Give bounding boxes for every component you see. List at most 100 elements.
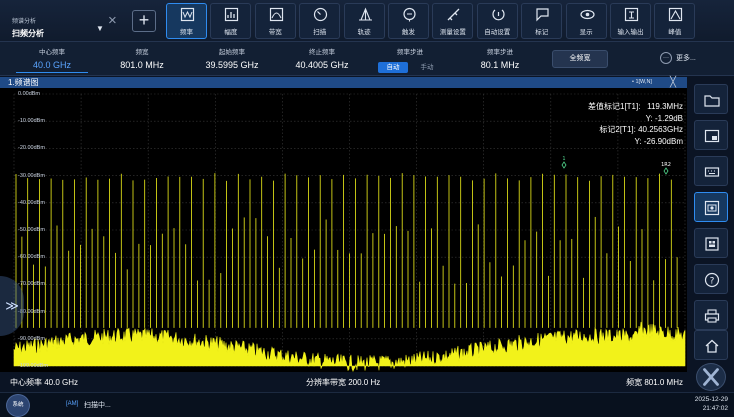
toolbar-button-input-output[interactable]: 输入输出 <box>610 3 651 39</box>
window-title: 1.频谱图 <box>8 78 39 87</box>
y-tick-label: -50.00dBm <box>18 227 45 233</box>
parameter-bar: 中心频率 40.0 GHz 频宽 801.0 MHz 起始频率 39.5995 … <box>0 42 734 76</box>
active-underline <box>16 72 88 73</box>
start-frequency-value: 39.5995 GHz <box>205 60 259 70</box>
marker2-label: 标记2[T1]: <box>599 125 636 135</box>
toolbar-button-trigger[interactable]: 触发 <box>388 3 429 39</box>
dropdown-arrow-icon[interactable]: ▼ <box>96 24 104 33</box>
input-output-icon <box>624 7 639 22</box>
delta-marker-value: 119.3MHz <box>647 102 683 111</box>
toolbar-button-marker[interactable]: 标记 <box>521 3 563 39</box>
status-icon: [AM] <box>66 401 79 407</box>
toolbar-button-label: 测量设置 <box>439 29 466 36</box>
toolbar-button-label: 幅度 <box>224 29 238 36</box>
print-button[interactable] <box>694 300 728 330</box>
marker-2-label: 1R2 <box>661 162 671 168</box>
y-tick-label: -90.00dBm <box>18 335 45 342</box>
start-frequency-param[interactable]: 起始频率 39.5995 GHz <box>182 42 282 76</box>
window-close-icon[interactable]: ╳ <box>670 77 676 88</box>
add-measurement-button[interactable]: + <box>132 10 156 32</box>
home-icon <box>705 339 719 353</box>
span-label: 频宽 <box>135 49 149 56</box>
toolbar-button-label: 峰值 <box>668 29 682 36</box>
top-toolbar: 频谱分析 扫频分析 ▼ × + 频率 幅度 带宽 扫描 轨迹 触发 测量设置 自动设置 标记 显示… <box>0 0 734 42</box>
svg-text:?: ? <box>710 277 715 287</box>
y-tick-label: -20.00dBm <box>18 145 45 152</box>
toolbar-button-label: 频率 <box>180 29 193 36</box>
peak-icon <box>669 7 683 22</box>
home-button[interactable] <box>694 330 728 360</box>
trace-indicator[interactable]: • 1[W,N] <box>632 77 652 88</box>
step-manual-toggle[interactable]: 手动 <box>412 62 442 73</box>
y-tick-label: -40.00dBm <box>18 199 45 206</box>
delta-marker-y: Y: -1.29dB <box>645 113 683 123</box>
toolbar-button-label: 输入输出 <box>617 29 644 36</box>
stop-frequency-param[interactable]: 终止频率 40.4005 GHz <box>272 42 372 76</box>
toolbar-button-bandwidth[interactable]: 带宽 <box>254 3 296 39</box>
marker-1-label: 1 <box>562 156 565 162</box>
sweep-icon <box>314 7 328 22</box>
footer-span: 频宽 801.0 MHz <box>626 378 683 387</box>
toolbar-button-trace[interactable]: 轨迹 <box>343 3 385 39</box>
y-tick-label: -10.00dBm <box>18 118 45 125</box>
center-frequency-param[interactable]: 中心频率 40.0 GHz <box>2 42 102 76</box>
toolbar-button-auto-setup[interactable]: 自动设置 <box>476 3 518 39</box>
keypad-button[interactable] <box>694 156 728 186</box>
folder-button[interactable] <box>694 84 728 114</box>
toolbar-button-display[interactable]: 显示 <box>565 3 607 39</box>
stop-frequency-value: 40.4005 GHz <box>295 60 349 70</box>
marker-readout: 差值标记1[T1]: 119.3MHz Y: -1.29dB 标记2[T1]: … <box>588 101 683 147</box>
keypad-icon <box>704 167 720 177</box>
trigger-icon <box>403 7 416 22</box>
toolbar-button-label: 触发 <box>402 29 415 36</box>
marker-1-symbol <box>561 161 567 169</box>
spectrum-plot[interactable]: 1 1R2 0.00dBm -10.00dBm -20.00dBm -30.00dBm -… <box>0 88 687 372</box>
toolbar-button-amplitude[interactable]: 幅度 <box>210 3 252 39</box>
span-value: 801.0 MHz <box>120 60 164 70</box>
y-tick-label: -60.00dBm <box>18 254 45 261</box>
marker-icon <box>536 8 549 22</box>
center-frequency-value: 40.0 GHz <box>32 60 72 70</box>
amplitude-icon <box>225 7 239 22</box>
screenshot-button[interactable] <box>694 192 728 222</box>
center-frequency-label: 中心频率 <box>39 49 65 56</box>
toolbar-button-measure-setup[interactable]: 测量设置 <box>432 3 474 39</box>
y-tick-label: 0.00dBm <box>18 91 41 97</box>
window-layout-button[interactable] <box>694 120 728 150</box>
marker2-y: Y: -26.90dBm <box>634 136 683 146</box>
frequency-step-label: 频率步进 <box>487 49 513 56</box>
print-icon <box>704 309 720 323</box>
step-auto-toggle[interactable]: 自动 <box>378 62 408 73</box>
more-label: 更多... <box>676 55 696 62</box>
toolbar-button-frequency[interactable]: 频率 <box>166 3 207 39</box>
stop-frequency-label: 终止频率 <box>309 49 335 56</box>
more-button[interactable]: ··· 更多... <box>660 50 720 68</box>
toolbar-button-sweep[interactable]: 扫描 <box>299 3 341 39</box>
preset-button[interactable] <box>694 228 728 258</box>
marker-2-symbol <box>663 167 669 175</box>
span-param[interactable]: 频宽 801.0 MHz <box>92 42 192 76</box>
spectrum-window-titlebar: 1.频谱图 • 1[W,N] ╳ <box>0 77 687 88</box>
time: 21:47:02 <box>702 405 728 412</box>
help-icon: ? <box>704 272 720 288</box>
side-panel: ? <box>689 80 734 392</box>
full-span-button[interactable]: 全频宽 <box>552 50 608 68</box>
clock: 2025-12-29 21:47:02 <box>695 395 728 413</box>
frequency-step-mode-param: 频率步进 <box>362 42 458 76</box>
auto-setup-icon <box>492 9 505 21</box>
frequency-step-param[interactable]: 频率步进 80.1 MHz <box>452 42 548 76</box>
close-icon[interactable]: × <box>108 13 117 28</box>
marker2-value: 40.2563GHz <box>638 125 683 135</box>
delta-marker-label: 差值标记1[T1]: <box>588 102 641 111</box>
spectrum-graticule: 1 1R2 <box>13 93 686 372</box>
toolbar-button-label: 扫描 <box>313 29 327 36</box>
mode-selector[interactable]: 频谱分析 扫频分析 ▼ <box>6 4 106 38</box>
toolbar-button-label: 显示 <box>579 29 593 36</box>
system-button[interactable]: 系统 <box>6 394 30 417</box>
y-tick-label: -30.00dBm <box>18 172 45 179</box>
display-icon <box>579 9 595 20</box>
toolbar-button-peak[interactable]: 峰值 <box>654 3 696 39</box>
status-text: 扫描中... <box>84 402 111 409</box>
help-button[interactable]: ? <box>694 264 728 294</box>
bandwidth-icon <box>269 7 283 22</box>
